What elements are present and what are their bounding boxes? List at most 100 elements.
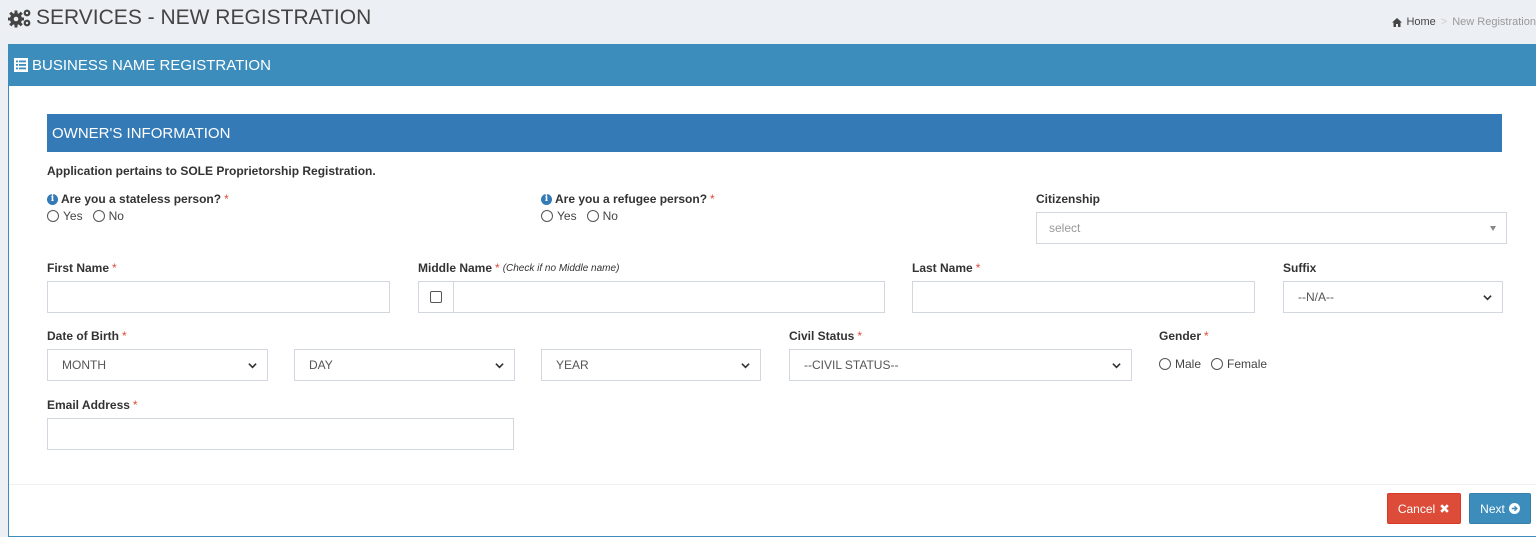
suffix-label-text: Suffix (1283, 261, 1317, 275)
first-name-input[interactable] (47, 281, 390, 313)
page-title: SERVICES - NEW REGISTRATION (8, 6, 371, 30)
page-header: SERVICES - NEW REGISTRATION Home > New R… (0, 0, 1536, 38)
civil-status-select[interactable]: --CIVIL STATUS-- (789, 349, 1132, 381)
middle-name-label-text: Middle Name (418, 261, 493, 275)
refugee-label-text: Are you a refugee person? (555, 192, 708, 206)
box-footer-divider (9, 484, 1536, 485)
dob-month-selected: MONTH (62, 358, 106, 372)
next-button-label: Next (1480, 501, 1505, 516)
refugee-yes-label: Yes (557, 209, 577, 223)
required-mark: * (495, 261, 500, 275)
owner-info-section-header: OWNER'S INFORMATION (47, 114, 1502, 152)
gender-male-label: Male (1175, 357, 1202, 371)
required-mark: * (710, 192, 715, 206)
stateless-no-label: No (108, 209, 124, 223)
breadcrumb-separator: > (1440, 16, 1448, 28)
last-name-input[interactable] (912, 281, 1255, 313)
dob-label: Date of Birth * (47, 329, 127, 343)
required-mark: * (122, 329, 127, 343)
refugee-no-label: No (602, 209, 618, 223)
breadcrumb-current: New Registration (1452, 16, 1536, 28)
stateless-label: i Are you a stateless person? * (47, 192, 229, 206)
gender-female-label: Female (1227, 357, 1268, 371)
box-title: BUSINESS NAME REGISTRATION (32, 56, 271, 74)
breadcrumb-home[interactable]: Home (1392, 16, 1436, 28)
required-mark: * (1204, 329, 1209, 343)
list-alt-icon (14, 58, 28, 72)
citizenship-label: Citizenship (1036, 192, 1100, 206)
info-icon: i (541, 193, 552, 205)
civil-status-label-text: Civil Status (789, 329, 855, 343)
breadcrumb: Home > New Registration (1392, 16, 1536, 28)
box-header: BUSINESS NAME REGISTRATION (9, 44, 1536, 86)
first-name-label: First Name * (47, 261, 117, 275)
middle-name-input[interactable] (453, 281, 885, 313)
refugee-radio-group: Yes No (541, 209, 622, 223)
stateless-yes-option[interactable]: Yes (47, 209, 83, 223)
refugee-label: i Are you a refugee person? * (541, 192, 715, 206)
suffix-selected: --N/A-- (1298, 290, 1334, 304)
required-mark: * (857, 329, 863, 343)
gender-male-option[interactable]: Male (1159, 357, 1201, 371)
citizenship-placeholder: select (1049, 221, 1081, 235)
required-mark: * (224, 192, 229, 206)
chevron-down-icon (495, 363, 504, 369)
required-mark: * (975, 261, 981, 275)
stateless-no-option[interactable]: No (92, 209, 124, 223)
chevron-down-icon (1483, 295, 1492, 301)
no-middle-name-checkbox[interactable] (430, 291, 442, 303)
gears-icon (8, 9, 31, 28)
middle-name-note: (Check if no Middle name) (502, 262, 620, 274)
gender-female-radio[interactable] (1211, 358, 1224, 370)
dob-month-select[interactable]: MONTH (47, 349, 268, 381)
citizenship-label-text: Citizenship (1036, 192, 1101, 206)
gender-label-text: Gender (1159, 329, 1202, 343)
application-intro: Application pertains to SOLE Proprietors… (47, 164, 376, 178)
close-icon (1440, 504, 1449, 513)
dob-day-select[interactable]: DAY (294, 349, 515, 381)
dob-year-selected: YEAR (556, 358, 589, 372)
application-intro-text: Application pertains to SOLE Proprietors… (47, 164, 376, 178)
refugee-yes-option[interactable]: Yes (541, 209, 577, 223)
email-label: Email Address * (47, 398, 138, 412)
required-mark: * (112, 261, 117, 275)
email-label-text: Email Address (47, 398, 130, 412)
dob-year-select[interactable]: YEAR (541, 349, 761, 381)
citizenship-select[interactable]: select (1036, 212, 1507, 244)
chevron-down-icon (248, 363, 257, 369)
refugee-no-radio[interactable] (586, 210, 599, 222)
dob-label-text: Date of Birth (47, 329, 119, 343)
stateless-label-text: Are you a stateless person? (61, 192, 222, 206)
next-button[interactable]: Next (1469, 493, 1531, 524)
gender-radio-group: Male Female (1159, 357, 1271, 371)
gender-female-option[interactable]: Female (1211, 357, 1267, 371)
stateless-yes-radio[interactable] (47, 210, 59, 222)
caret-down-icon (1490, 226, 1496, 231)
stateless-radio-group: Yes No (47, 209, 128, 223)
arrow-circle-right-icon (1508, 503, 1520, 514)
stateless-no-radio[interactable] (92, 210, 105, 222)
registration-box: BUSINESS NAME REGISTRATION OWNER'S INFOR… (8, 44, 1536, 537)
breadcrumb-home-label[interactable]: Home (1406, 16, 1435, 28)
refugee-no-option[interactable]: No (586, 209, 618, 223)
email-input[interactable] (47, 418, 514, 450)
middle-name-label: Middle Name * (Check if no Middle name) (418, 261, 619, 275)
last-name-label: Last Name * (912, 261, 980, 275)
gender-male-radio[interactable] (1159, 358, 1171, 370)
suffix-select[interactable]: --N/A-- (1283, 281, 1503, 313)
civil-status-label: Civil Status * (789, 329, 862, 343)
required-mark: * (132, 398, 138, 412)
stateless-yes-label: Yes (63, 209, 83, 223)
home-icon (1392, 17, 1403, 27)
suffix-label: Suffix (1283, 261, 1316, 275)
civil-status-selected: --CIVIL STATUS-- (804, 358, 899, 372)
cancel-button[interactable]: Cancel (1387, 493, 1461, 524)
page-title-text: SERVICES - NEW REGISTRATION (36, 6, 372, 29)
chevron-down-icon (1112, 363, 1121, 369)
dob-day-selected: DAY (309, 358, 333, 372)
no-middle-name-addon (418, 281, 454, 313)
gender-label: Gender * (1159, 329, 1209, 343)
refugee-yes-radio[interactable] (541, 210, 553, 222)
last-name-label-text: Last Name (912, 261, 973, 275)
section-title: OWNER'S INFORMATION (52, 124, 231, 142)
